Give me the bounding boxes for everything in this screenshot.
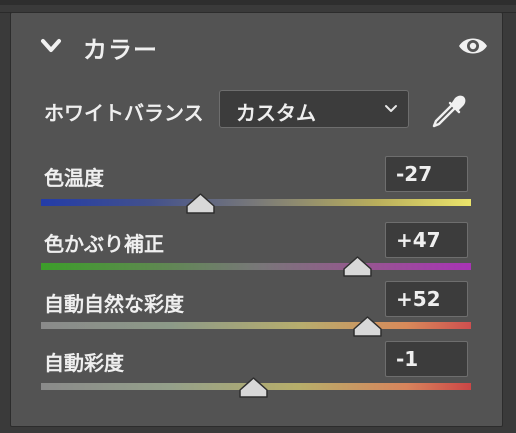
panel-title: カラー: [83, 36, 158, 64]
temperature-label: 色温度: [44, 166, 104, 190]
top-edge: [0, 0, 516, 5]
saturation-value-field[interactable]: -1: [385, 341, 468, 377]
tint-slider-track[interactable]: [41, 263, 471, 270]
vibrance-label: 自動自然な彩度: [44, 292, 184, 316]
vibrance-value-field[interactable]: +52: [385, 281, 468, 317]
tint-value-field[interactable]: +47: [385, 222, 468, 258]
temperature-value-field[interactable]: -27: [385, 156, 468, 192]
eye-icon[interactable]: [457, 35, 489, 57]
saturation-label: 自動彩度: [44, 351, 124, 375]
temperature-slider-track[interactable]: [41, 199, 471, 206]
vibrance-slider-track[interactable]: [41, 322, 471, 329]
tint-label: 色かぶり補正: [44, 232, 164, 256]
white-balance-label: ホワイトバランス: [44, 101, 204, 125]
tint-slider-thumb[interactable]: [342, 256, 372, 277]
white-balance-value: カスタム: [236, 101, 316, 125]
saturation-slider-thumb[interactable]: [239, 377, 269, 398]
white-balance-select[interactable]: カスタム: [219, 90, 409, 128]
temperature-slider-thumb[interactable]: [185, 193, 215, 214]
chevron-down-icon: [385, 105, 397, 112]
chevron-down-icon[interactable]: [40, 38, 62, 54]
vibrance-slider-thumb[interactable]: [353, 316, 383, 337]
eyedropper-icon[interactable]: [429, 93, 469, 129]
